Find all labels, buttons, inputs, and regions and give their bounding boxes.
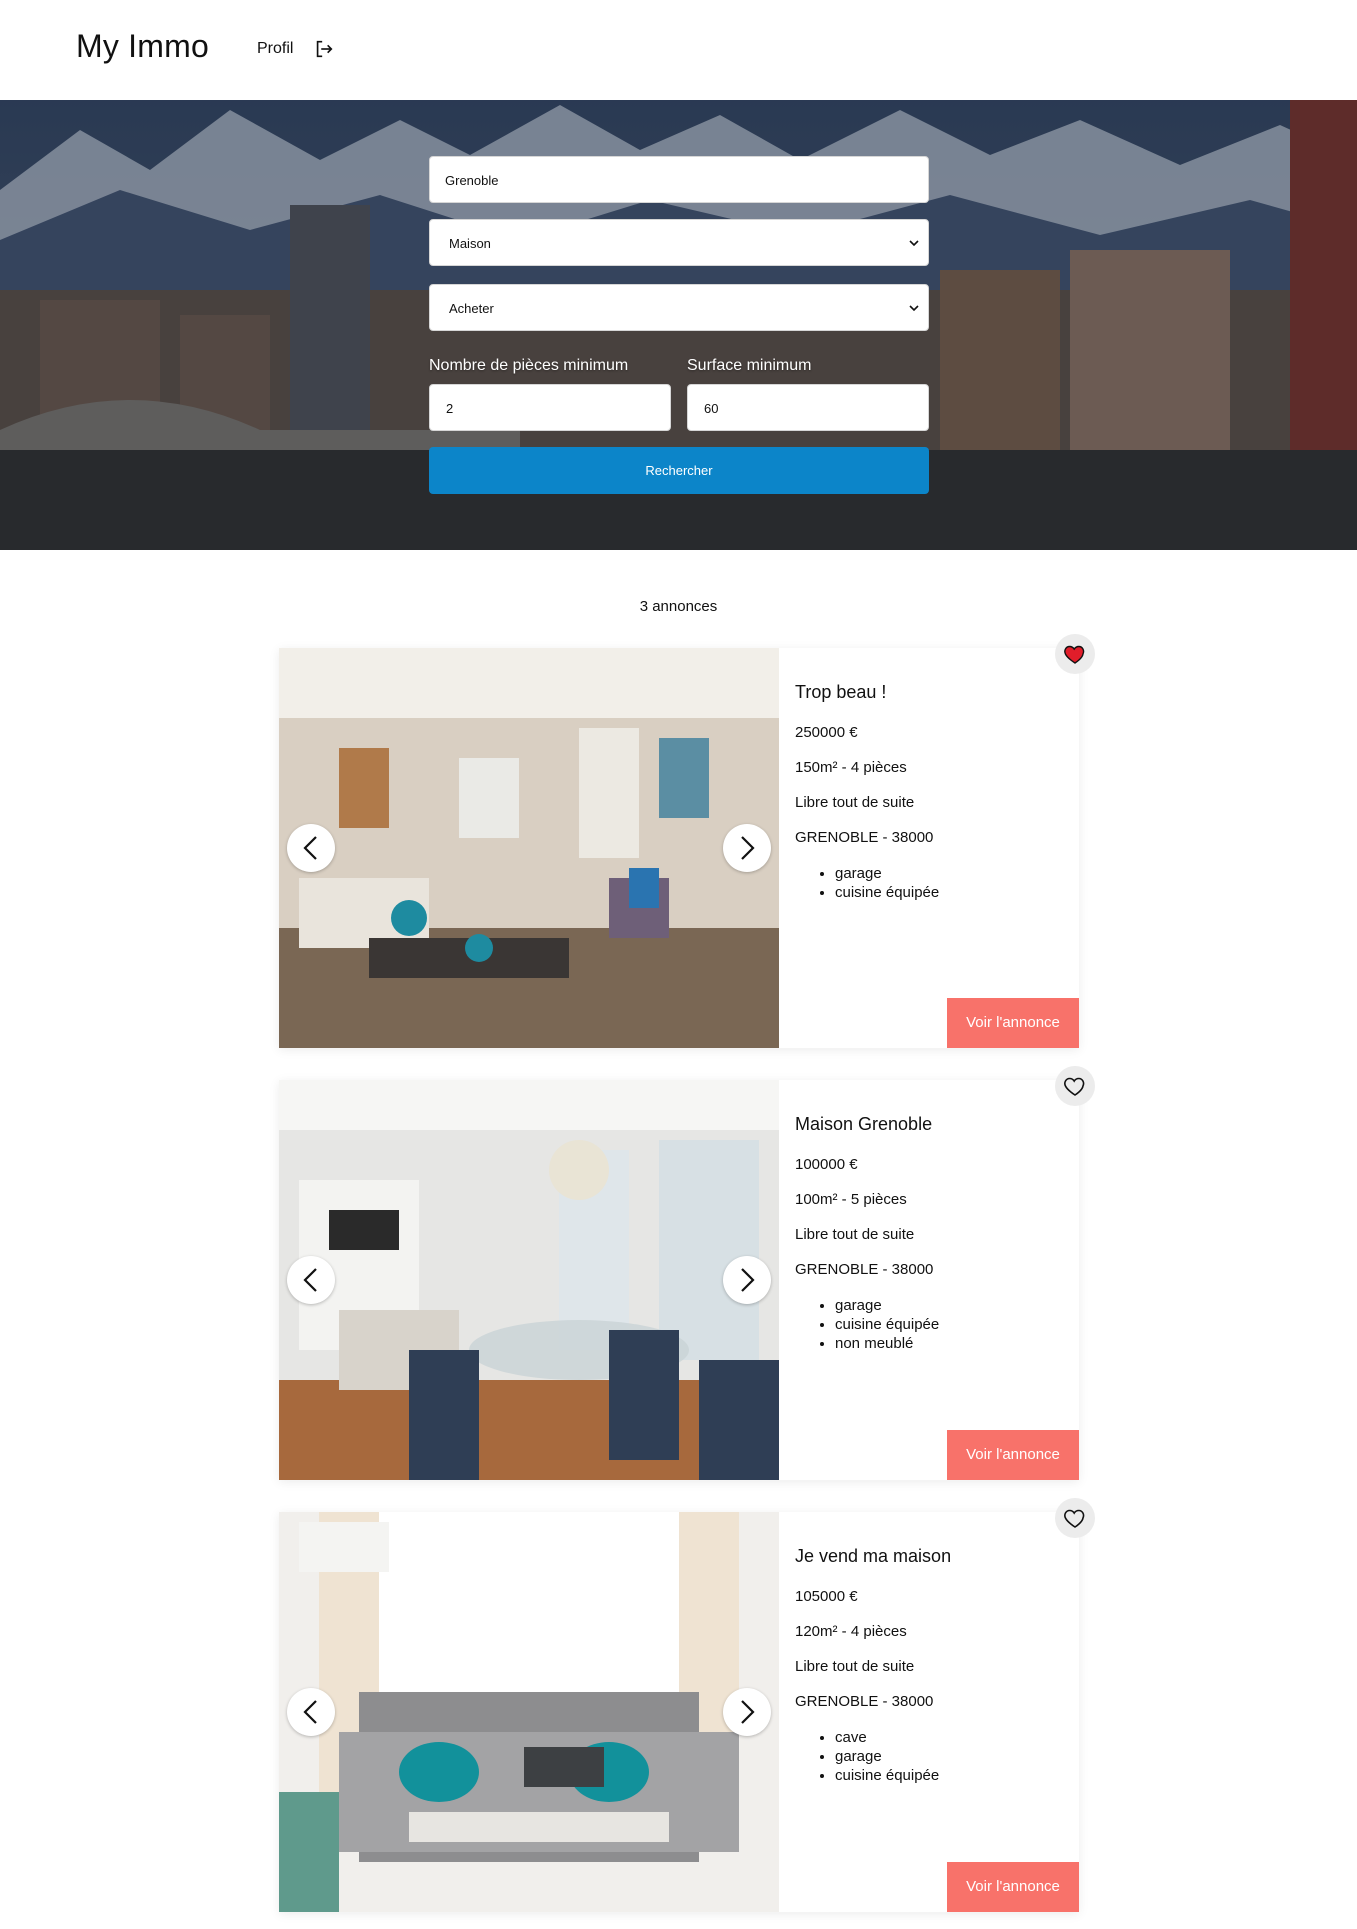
chevron-down-icon (909, 240, 919, 247)
chevron-left-icon (303, 836, 317, 860)
favorite-button[interactable] (1055, 634, 1095, 674)
logout-icon[interactable] (313, 38, 335, 60)
listing-card: Trop beau ! 250000 € 150m² - 4 pièces Li… (279, 634, 1095, 1048)
search-button[interactable]: Rechercher (429, 447, 929, 494)
listing-features: garage cuisine équipée non meublé (795, 1296, 939, 1353)
listing-location: GRENOBLE - 38000 (795, 1261, 934, 1278)
chevron-down-icon (909, 305, 919, 312)
feature-item: cuisine équipée (835, 1766, 939, 1785)
listing-price: 250000 € (795, 724, 858, 741)
listing-features: cave garage cuisine équipée (795, 1728, 939, 1785)
rooms-min-input[interactable]: 2 (429, 384, 671, 431)
hero-banner: Grenoble Maison Acheter Nombre de pièces… (0, 100, 1357, 550)
rooms-label: Nombre de pièces minimum (429, 357, 629, 374)
chevron-right-icon (741, 836, 755, 860)
brand-logo[interactable]: My Immo (76, 28, 209, 65)
listing-size: 150m² - 4 pièces (795, 759, 907, 776)
results-count: 3 annonces (639, 598, 718, 615)
profile-link[interactable]: Profil (257, 40, 293, 58)
listing-size: 100m² - 5 pièces (795, 1191, 907, 1208)
listing-availability: Libre tout de suite (795, 794, 915, 811)
listing-photo (279, 648, 779, 1048)
listing-title: Trop beau ! (795, 682, 887, 702)
view-listing-button[interactable]: Voir l'annonce (947, 1430, 1079, 1480)
listing-photo (279, 1512, 779, 1912)
prev-photo-button[interactable] (287, 1688, 335, 1736)
property-type-value: Maison (449, 236, 491, 251)
heart-outline-icon (1064, 1509, 1085, 1528)
next-photo-button[interactable] (723, 1256, 771, 1304)
surface-label: Surface minimum (687, 357, 812, 374)
feature-item: non meublé (835, 1334, 939, 1353)
listing-location: GRENOBLE - 38000 (795, 829, 934, 846)
listing-size: 120m² - 4 pièces (795, 1623, 907, 1640)
transaction-type-select[interactable]: Acheter (429, 284, 929, 331)
feature-item: cave (835, 1728, 939, 1747)
listing-price: 105000 € (795, 1588, 858, 1605)
feature-item: cuisine équipée (835, 883, 939, 902)
chevron-right-icon (741, 1700, 755, 1724)
listing-location: GRENOBLE - 38000 (795, 1693, 934, 1710)
transaction-type-value: Acheter (449, 301, 494, 316)
top-navbar: My Immo Profil (0, 0, 1357, 100)
listing-title: Maison Grenoble (795, 1114, 933, 1134)
listing-photo (279, 1080, 779, 1480)
city-input[interactable]: Grenoble (429, 156, 929, 203)
feature-item: garage (835, 864, 939, 883)
favorite-button[interactable] (1055, 1498, 1095, 1538)
listing-availability: Libre tout de suite (795, 1226, 915, 1243)
view-listing-button[interactable]: Voir l'annonce (947, 998, 1079, 1048)
prev-photo-button[interactable] (287, 1256, 335, 1304)
view-listing-button[interactable]: Voir l'annonce (947, 1862, 1079, 1912)
feature-item: cuisine équipée (835, 1315, 939, 1334)
heart-outline-icon (1064, 1077, 1085, 1096)
property-type-select[interactable]: Maison (429, 219, 929, 266)
listing-availability: Libre tout de suite (795, 1658, 915, 1675)
listing-title: Je vend ma maison (795, 1546, 952, 1566)
chevron-left-icon (303, 1700, 317, 1724)
chevron-right-icon (741, 1268, 755, 1292)
next-photo-button[interactable] (723, 1688, 771, 1736)
feature-item: garage (835, 1747, 939, 1766)
listing-card: Maison Grenoble 100000 € 100m² - 5 pièce… (279, 1066, 1095, 1480)
chevron-left-icon (303, 1268, 317, 1292)
prev-photo-button[interactable] (287, 824, 335, 872)
next-photo-button[interactable] (723, 824, 771, 872)
listing-features: garage cuisine équipée (795, 864, 939, 902)
heart-filled-icon (1064, 645, 1085, 664)
listing-card: Je vend ma maison 105000 € 120m² - 4 piè… (279, 1498, 1095, 1912)
surface-min-input[interactable]: 60 (687, 384, 929, 431)
feature-item: garage (835, 1296, 939, 1315)
listing-price: 100000 € (795, 1156, 858, 1173)
favorite-button[interactable] (1055, 1066, 1095, 1106)
